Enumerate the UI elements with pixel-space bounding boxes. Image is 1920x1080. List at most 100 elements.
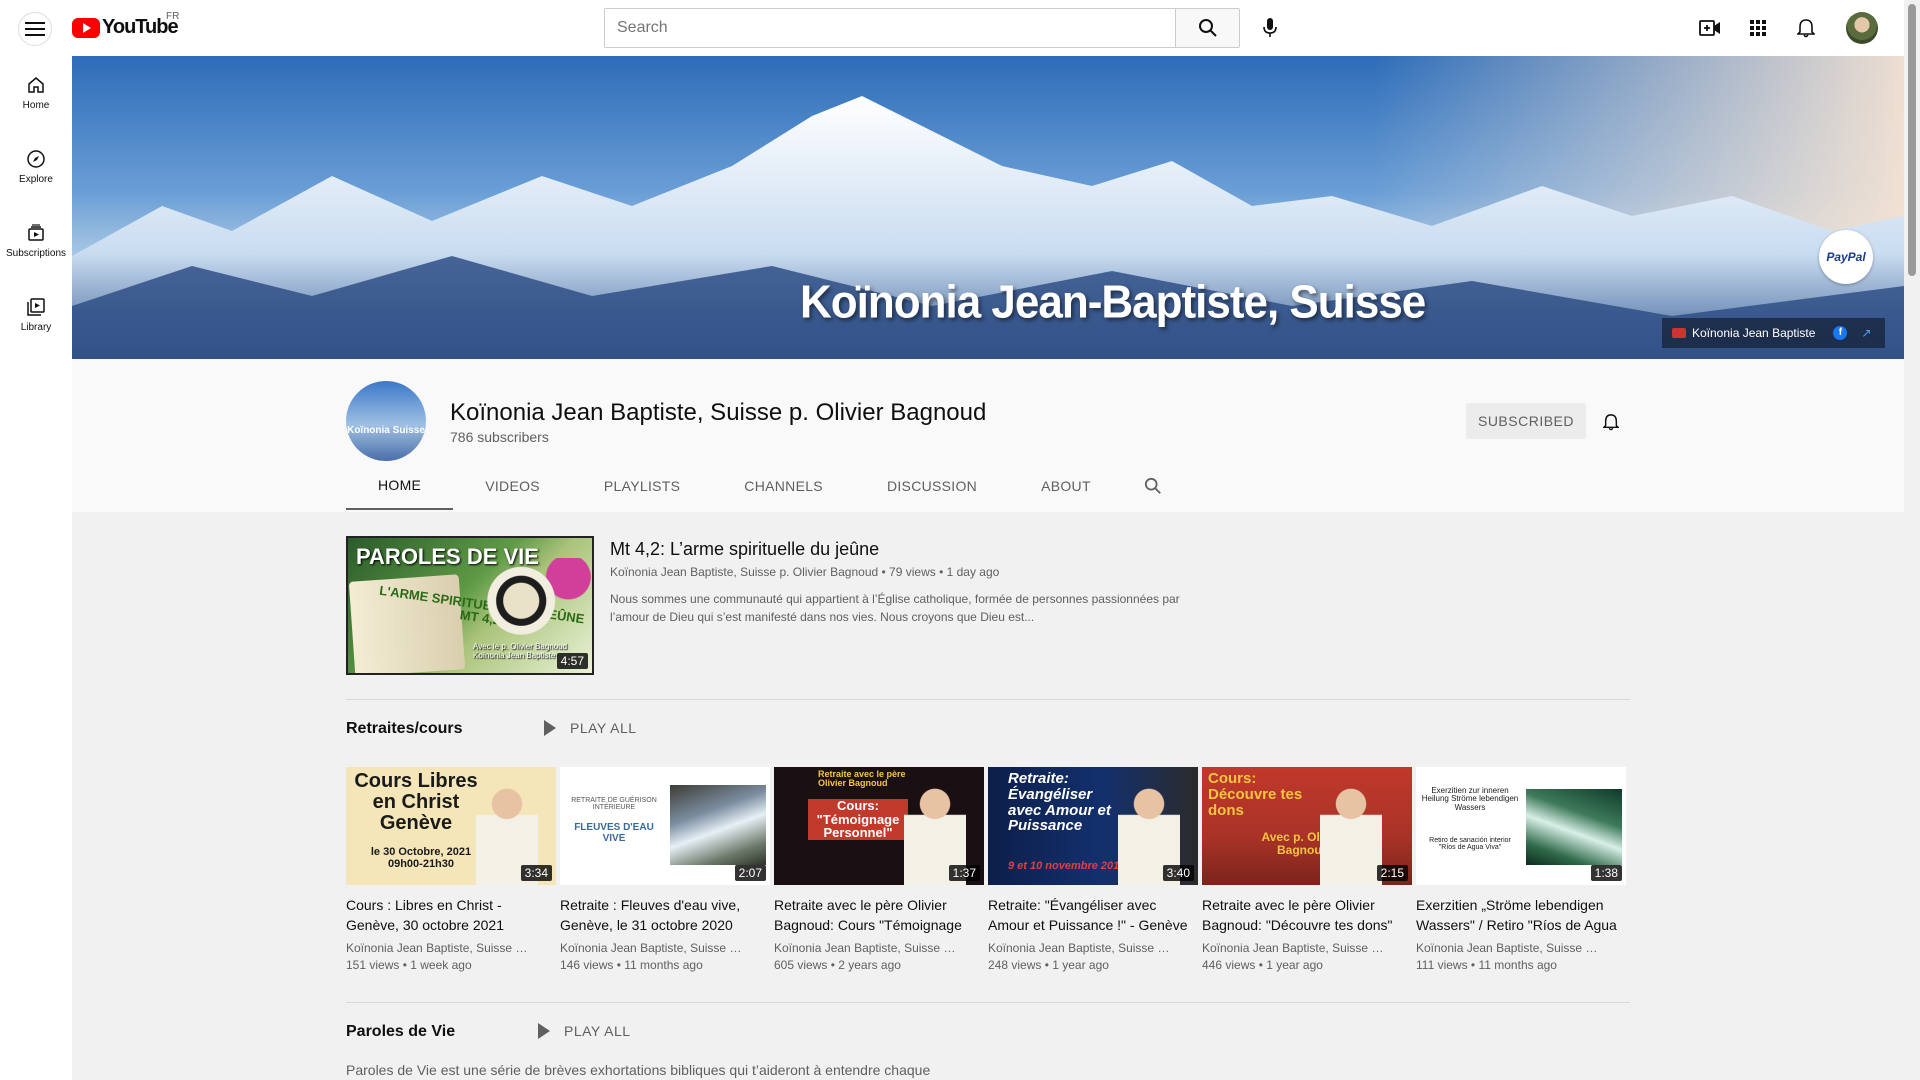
create-button[interactable] xyxy=(1690,8,1730,48)
page-scrollbar[interactable] xyxy=(1904,0,1920,1080)
shelf-description: Paroles de Vie est une série de brèves e… xyxy=(346,1062,931,1078)
video-channel[interactable]: Koïnonia Jean Baptiste, Suisse p. Olivie… xyxy=(1202,941,1388,955)
video-title[interactable]: Retraite: "Évangéliser avec Amour et Pui… xyxy=(988,895,1198,935)
search-icon xyxy=(1144,477,1161,494)
video-views: 111 views xyxy=(1416,958,1468,972)
video-duration: 3:34 xyxy=(520,865,552,881)
video-duration: 1:38 xyxy=(1590,865,1622,881)
video-stats: 248 views • 1 year ago xyxy=(988,958,1109,972)
thumb-butterfly-image xyxy=(474,558,592,653)
paypal-badge[interactable]: PayPal xyxy=(1819,230,1873,284)
video-title[interactable]: Retraite : Fleuves d'eau vive, Genève, l… xyxy=(560,895,770,935)
shelf-title[interactable]: Retraites/cours xyxy=(346,720,463,738)
video-card[interactable]: Retraite avec le père Olivier Bagnoud Co… xyxy=(774,767,984,972)
video-age: 1 year ago xyxy=(1052,958,1109,972)
masthead-actions xyxy=(1690,8,1878,48)
channel-name: Koïnonia Jean Baptiste, Suisse p. Olivie… xyxy=(450,399,987,426)
video-thumbnail[interactable]: Exerzitien zur inneren Heilung Ströme le… xyxy=(1416,767,1626,885)
video-duration: 2:07 xyxy=(734,865,766,881)
video-title[interactable]: Retraite avec le père Olivier Bagnoud: C… xyxy=(774,895,984,935)
subscriber-count: 786 subscribers xyxy=(450,429,549,445)
notification-bell-button[interactable] xyxy=(1596,407,1626,437)
channel-link-label: Koïnonia Jean Baptiste xyxy=(1692,326,1816,340)
featured-video-thumbnail[interactable]: L'ARME SPIRITUELLE DU JEÛNE MT 4,2 PAROL… xyxy=(346,536,594,675)
video-stats: 146 views • 11 months ago xyxy=(560,958,703,972)
video-card[interactable]: Exerzitien zur inneren Heilung Ströme le… xyxy=(1416,767,1626,972)
notifications-button[interactable] xyxy=(1786,8,1826,48)
video-card[interactable]: Cours: Découvre tes dons Avec p. Olivier… xyxy=(1202,767,1412,972)
account-avatar[interactable] xyxy=(1846,12,1878,44)
youtube-logo[interactable]: YouTube xyxy=(72,16,179,39)
banner-links[interactable]: Koïnonia Jean Baptiste f ↗ xyxy=(1662,318,1886,348)
library-icon xyxy=(27,297,45,316)
shelf-title[interactable]: Paroles de Vie xyxy=(346,1023,455,1041)
tab-discussion[interactable]: DISCUSSION xyxy=(855,462,1009,510)
tab-about[interactable]: ABOUT xyxy=(1009,462,1123,510)
hamburger-icon xyxy=(25,22,45,36)
video-channel[interactable]: Koïnonia Jean Baptiste, Suisse p. Olivie… xyxy=(988,941,1174,955)
video-card[interactable]: Retraite: Évangéliser avec Amour et Puis… xyxy=(988,767,1198,972)
channel-avatar[interactable]: Koïnonia Suisse xyxy=(346,381,426,461)
river-image xyxy=(670,785,766,865)
youtube-play-icon xyxy=(72,17,100,38)
play-icon xyxy=(538,1023,550,1039)
video-age: 11 months ago xyxy=(1478,958,1557,972)
compass-icon xyxy=(27,149,45,168)
guide-item-explore[interactable]: Explore xyxy=(0,130,72,204)
subscribe-button[interactable]: SUBSCRIBED xyxy=(1466,403,1586,439)
tab-playlists[interactable]: PLAYLISTS xyxy=(572,462,712,510)
guide-label: Home xyxy=(22,99,50,111)
channel-search-button[interactable] xyxy=(1123,462,1183,510)
video-channel[interactable]: Koïnonia Jean Baptiste, Suisse p. Olivie… xyxy=(774,941,960,955)
play-all-button[interactable]: PLAY ALL xyxy=(538,1023,631,1039)
tab-videos[interactable]: VIDEOS xyxy=(453,462,572,510)
thumb-sub: Retiro de sanación interior "Ríos de Agu… xyxy=(1429,837,1511,852)
video-thumbnail[interactable]: Cours Libres en Christ Genève le 30 Octo… xyxy=(346,767,556,885)
video-title[interactable]: Retraite avec le père Olivier Bagnoud: "… xyxy=(1202,895,1412,935)
video-channel[interactable]: Koïnonia Jean Baptiste, Suisse p. Olivie… xyxy=(346,941,532,955)
video-thumbnail[interactable]: RETRAITE DE GUÉRISON INTÉRIEURE FLEUVES … xyxy=(560,767,770,885)
voice-search-button[interactable] xyxy=(1250,8,1290,48)
tab-home[interactable]: HOME xyxy=(346,462,454,510)
video-stats: 605 views • 2 years ago xyxy=(774,958,901,972)
video-card[interactable]: RETRAITE DE GUÉRISON INTÉRIEURE FLEUVES … xyxy=(560,767,770,972)
menu-button[interactable] xyxy=(18,12,52,46)
play-all-label: PLAY ALL xyxy=(564,1023,631,1039)
video-age: 11 months ago xyxy=(624,958,703,972)
thumb-text: Cours: "Témoignage Personnel" xyxy=(808,799,908,840)
search-icon xyxy=(1198,19,1217,37)
channel-header: Koïnonia Suisse Koïnonia Jean Baptiste, … xyxy=(72,359,1904,512)
play-all-button[interactable]: PLAY ALL xyxy=(544,720,637,736)
featured-views: 79 views xyxy=(889,565,936,579)
featured-video-title[interactable]: Mt 4,2: L’arme spirituelle du jeûne xyxy=(610,539,879,560)
video-channel[interactable]: Koïnonia Jean Baptiste, Suisse p. Olivie… xyxy=(1416,941,1602,955)
video-thumbnail[interactable]: Retraite: Évangéliser avec Amour et Puis… xyxy=(988,767,1198,885)
play-icon xyxy=(544,720,556,736)
thumb-sub: le 30 Octobre, 2021 09h00-21h30 xyxy=(370,846,472,870)
video-views: 248 views xyxy=(988,958,1042,972)
apps-button[interactable] xyxy=(1738,8,1778,48)
facebook-icon[interactable]: f xyxy=(1833,326,1848,340)
thumb-byline-2: Koïnonia Jean Baptiste xyxy=(473,651,556,660)
scrollbar-thumb[interactable] xyxy=(1908,4,1916,276)
guide-item-subscriptions[interactable]: Subscriptions xyxy=(0,204,72,278)
thumb-sub: RETRAITE DE GUÉRISON INTÉRIEURE xyxy=(571,797,657,812)
video-title[interactable]: Exerzitien „Ströme lebendigen Wassers" /… xyxy=(1416,895,1626,935)
tab-channels[interactable]: CHANNELS xyxy=(712,462,855,510)
search-button[interactable] xyxy=(1175,9,1239,47)
search-input[interactable] xyxy=(605,9,1175,47)
video-title[interactable]: Cours : Libres en Christ - Genève, 30 oc… xyxy=(346,895,556,935)
guide-item-library[interactable]: Library xyxy=(0,278,72,352)
thumb-text: Cours: Découvre tes dons xyxy=(1208,770,1303,819)
video-card[interactable]: Cours Libres en Christ Genève le 30 Octo… xyxy=(346,767,556,972)
guide-item-home[interactable]: Home xyxy=(0,56,72,130)
video-views: 151 views xyxy=(346,958,400,972)
banner-title: Koïnonia Jean-Baptiste, Suisse xyxy=(800,276,1426,329)
video-thumbnail[interactable]: Retraite avec le père Olivier Bagnoud Co… xyxy=(774,767,984,885)
thumb-text: Exerzitien zur inneren Heilung Ströme le… xyxy=(1421,786,1519,812)
featured-channel[interactable]: Koïnonia Jean Baptiste, Suisse p. Olivie… xyxy=(610,565,878,579)
thumb-byline-1: Avec le p. Olivier Bagnoud xyxy=(473,642,568,651)
external-link-icon[interactable]: ↗ xyxy=(1861,326,1875,340)
video-channel[interactable]: Koïnonia Jean Baptiste, Suisse p. Olivie… xyxy=(560,941,746,955)
video-thumbnail[interactable]: Cours: Découvre tes dons Avec p. Olivier… xyxy=(1202,767,1412,885)
